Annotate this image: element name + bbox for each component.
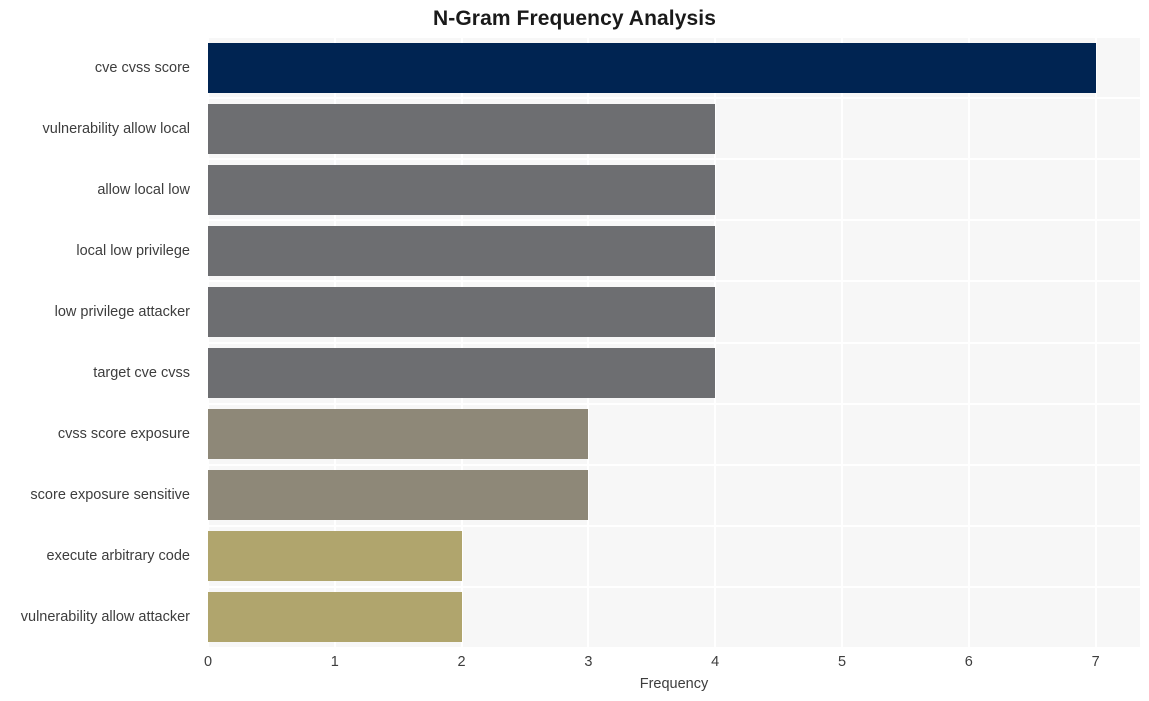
y-axis-tick-label: local low privilege <box>76 242 190 259</box>
bar <box>208 164 716 215</box>
y-axis-tick-label: execute arbitrary code <box>46 548 190 565</box>
x-axis-tick-labels: 0 1 2 3 4 5 6 7 <box>204 652 1140 674</box>
gridline-horizontal <box>208 158 1140 161</box>
bar <box>208 42 1096 93</box>
x-axis-tick-label: 0 <box>203 654 213 670</box>
gridline-horizontal <box>208 585 1140 588</box>
bar <box>208 470 589 521</box>
y-axis-tick-label: cve cvss score <box>94 59 190 76</box>
bar <box>208 286 716 337</box>
y-axis-tick-label: vulnerability allow attacker <box>20 609 190 626</box>
x-axis-tick-label: 5 <box>837 654 847 670</box>
y-axis-tick-labels: cve cvss score vulnerability allow local a… <box>0 37 200 648</box>
x-axis-tick-label: 6 <box>964 654 973 670</box>
gridline-horizontal <box>208 97 1140 100</box>
bar <box>208 531 462 582</box>
gridline-horizontal <box>208 219 1140 222</box>
y-axis-tick-label: target cve cvss <box>93 365 190 382</box>
x-axis-tick-label: 1 <box>330 654 339 670</box>
bar <box>208 225 716 276</box>
plot-area <box>208 37 1140 648</box>
x-axis-tick-label: 2 <box>457 654 466 670</box>
bar <box>208 348 716 399</box>
chart-figure: N-Gram Frequency Analysis cve cvss score… <box>0 0 1149 701</box>
bar <box>208 592 462 643</box>
x-axis-tick-label: 3 <box>584 654 593 670</box>
gridline-horizontal <box>208 402 1140 405</box>
y-axis-tick-label: cvss score exposure <box>57 426 190 443</box>
bar <box>208 409 589 460</box>
bar <box>208 103 716 154</box>
x-axis-title: Frequency <box>639 676 709 692</box>
gridline-horizontal <box>208 524 1140 527</box>
gridline-horizontal <box>208 280 1140 283</box>
gridline-horizontal <box>208 463 1140 466</box>
x-axis-tick-label: 7 <box>1091 654 1100 670</box>
y-axis-tick-label: vulnerability allow local <box>42 120 191 137</box>
chart-title: N-Gram Frequency Analysis <box>433 7 716 30</box>
gridline-horizontal <box>208 341 1140 344</box>
y-axis-tick-label: allow local low <box>97 181 190 198</box>
gridline-horizontal <box>208 647 1140 648</box>
y-axis-tick-label: score exposure sensitive <box>30 487 190 504</box>
y-axis-tick-label: low privilege attacker <box>54 303 190 320</box>
gridline-horizontal <box>208 37 1140 38</box>
x-axis-tick-label: 4 <box>711 654 720 670</box>
